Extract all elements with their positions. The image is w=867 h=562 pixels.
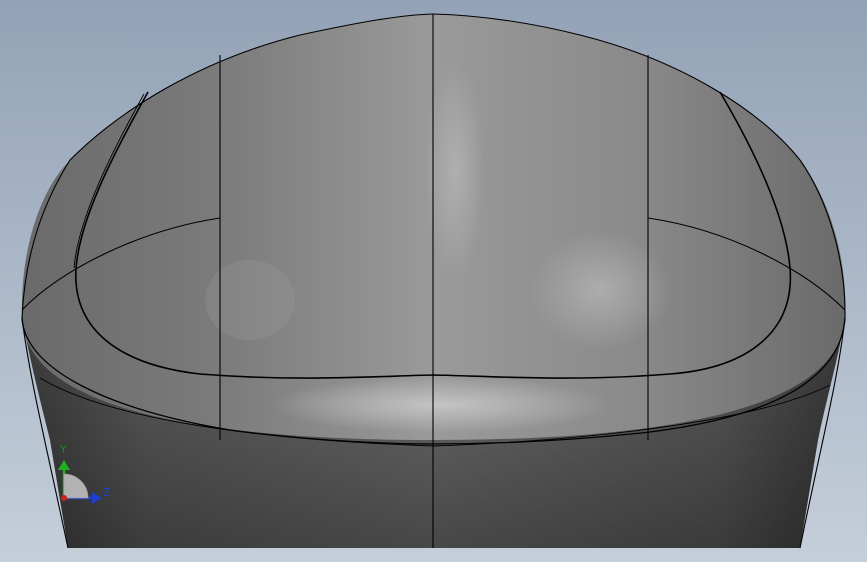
graphics-viewport[interactable]: Y Z (0, 0, 867, 562)
axis-y-label: Y (60, 443, 67, 456)
axis-z-label: Z (103, 486, 111, 499)
3d-model-cushion[interactable] (0, 0, 867, 562)
